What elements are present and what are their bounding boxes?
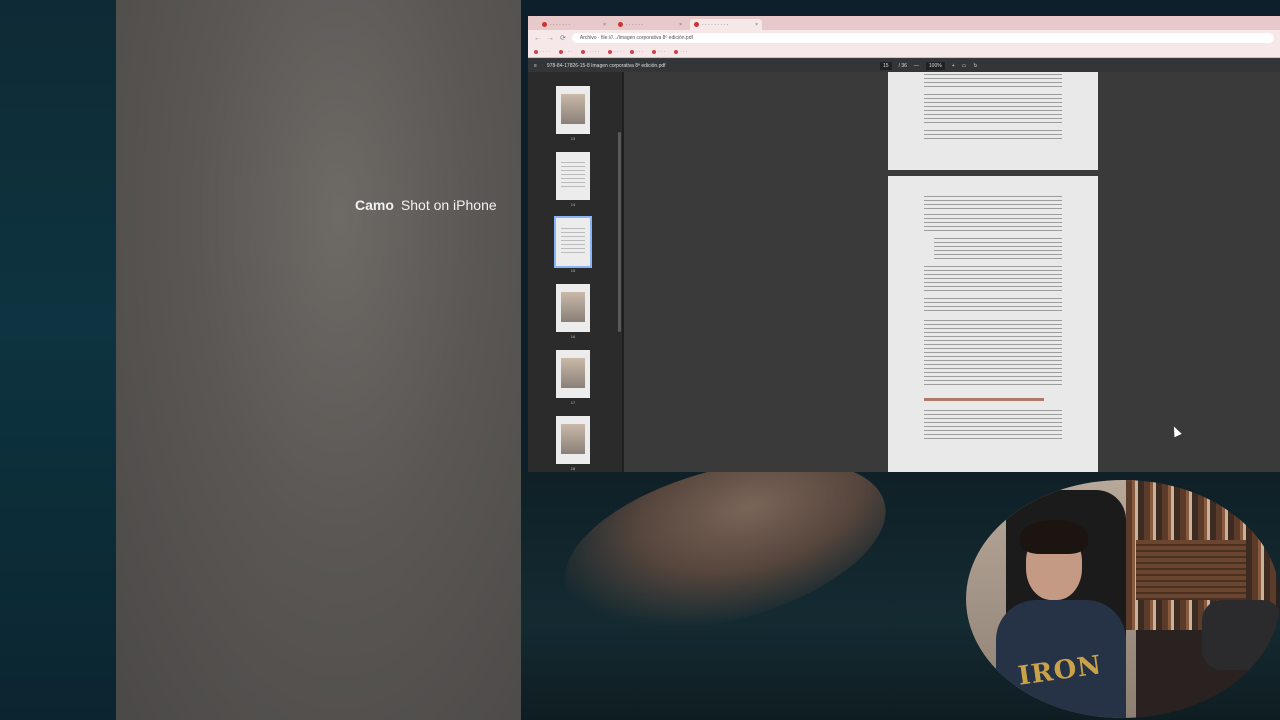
tab-strip: · · · · · · · × · · · · · · × · · · · · · … bbox=[528, 16, 1280, 30]
thumbnail-page[interactable] bbox=[556, 350, 590, 398]
pdf-toolbar: ≡ 978-84-17826-15-8 Imagen corporativa 8… bbox=[528, 59, 1280, 72]
thumbnail-page[interactable] bbox=[556, 86, 590, 134]
bookmark-item[interactable]: · · · · · bbox=[580, 49, 599, 54]
back-icon[interactable]: ← bbox=[534, 35, 541, 42]
close-icon[interactable]: × bbox=[755, 22, 758, 28]
bookmarks-bar: · · · · · · · · · · · · · · · · · · · · … bbox=[528, 46, 1280, 58]
camera-watermark: Camo Shot on iPhone bbox=[355, 194, 497, 216]
bookmark-icon bbox=[652, 49, 657, 54]
url-input[interactable]: Archivo · file:///.../Imagen corporativa… bbox=[571, 33, 1274, 43]
bookmark-icon bbox=[674, 49, 679, 54]
bookmark-icon bbox=[608, 49, 613, 54]
tab-label: · · · · · · · bbox=[550, 21, 570, 28]
tab-favicon-icon bbox=[542, 22, 547, 27]
bookmark-icon bbox=[558, 49, 563, 54]
menu-icon[interactable]: ≡ bbox=[534, 63, 537, 69]
zoom-level[interactable]: 100% bbox=[925, 61, 945, 70]
bookmark-icon bbox=[580, 49, 585, 54]
thumbnail-page[interactable] bbox=[556, 416, 590, 464]
pdf-page-current bbox=[888, 176, 1098, 472]
thumbnail-number: 18 bbox=[570, 466, 576, 471]
tab-label: · · · · · · · · · bbox=[702, 21, 729, 28]
zoom-in-button[interactable]: + bbox=[952, 63, 955, 69]
thumbnail-sidebar: 13 14 15 16 17 18 bbox=[528, 72, 624, 472]
page-total: / 36 bbox=[898, 62, 907, 69]
browser-tab-3[interactable]: · · · · · · · · · × bbox=[690, 19, 762, 30]
camo-brand: Camo bbox=[355, 197, 394, 213]
bookmark-item[interactable]: · · · bbox=[608, 49, 621, 54]
address-bar: ← → ⟳ Archivo · file:///.../Imagen corpo… bbox=[528, 30, 1280, 46]
webcam-overlay: IRON bbox=[966, 480, 1280, 718]
thumbnail-page[interactable] bbox=[556, 284, 590, 332]
fit-page-icon[interactable]: ▭ bbox=[962, 63, 967, 69]
camera-feed bbox=[116, 0, 521, 720]
thumbnail-number: 14 bbox=[570, 202, 576, 207]
bookmark-item[interactable]: · · · bbox=[558, 49, 572, 54]
bookmark-item[interactable]: · · · bbox=[652, 49, 665, 54]
bookmark-icon bbox=[534, 49, 538, 54]
pdf-viewer[interactable] bbox=[624, 72, 1280, 472]
pdf-page-previous bbox=[888, 72, 1098, 170]
tab-favicon-icon bbox=[618, 22, 623, 27]
bookmark-item[interactable]: · · · bbox=[630, 49, 643, 54]
close-icon[interactable]: × bbox=[679, 22, 682, 28]
thumbnail-number: 17 bbox=[570, 400, 576, 405]
rotate-icon[interactable]: ↻ bbox=[973, 63, 977, 69]
zoom-out-button[interactable]: — bbox=[914, 63, 919, 69]
thumbnail-number: 13 bbox=[570, 136, 576, 141]
browser-window: · · · · · · · × · · · · · · × · · · · · · … bbox=[528, 16, 1280, 472]
bookmark-item[interactable]: · · · bbox=[674, 49, 687, 54]
streamer: IRON bbox=[986, 520, 1136, 718]
thumbnail-page-selected[interactable] bbox=[554, 216, 592, 268]
pdf-controls: 15 / 36 — 100% + ▭ ↻ bbox=[880, 59, 978, 72]
pdf-filename: 978-84-17826-15-8 Imagen corporativa 8ª … bbox=[546, 62, 666, 69]
browser-tab-2[interactable]: · · · · · · × bbox=[614, 19, 686, 30]
bookmark-icon bbox=[630, 49, 635, 54]
microphone bbox=[1202, 600, 1280, 670]
tab-label: · · · · · · bbox=[626, 21, 643, 28]
thumbnail-number: 16 bbox=[570, 334, 576, 339]
page-number-input[interactable]: 15 bbox=[880, 61, 892, 70]
bookmark-item[interactable]: · · · · bbox=[534, 49, 550, 54]
forward-icon[interactable]: → bbox=[547, 35, 554, 42]
thumbnail-number: 15 bbox=[570, 268, 576, 273]
camo-caption: Shot on iPhone bbox=[400, 197, 497, 213]
browser-tab-1[interactable]: · · · · · · · × bbox=[538, 19, 610, 30]
sidebar-scrollbar[interactable] bbox=[618, 132, 621, 332]
background-left bbox=[0, 0, 116, 720]
tab-favicon-icon bbox=[694, 22, 699, 27]
reload-icon[interactable]: ⟳ bbox=[560, 34, 566, 42]
close-icon[interactable]: × bbox=[603, 22, 606, 28]
shirt-print: IRON bbox=[1016, 650, 1104, 692]
thumbnail-page[interactable] bbox=[556, 152, 590, 200]
